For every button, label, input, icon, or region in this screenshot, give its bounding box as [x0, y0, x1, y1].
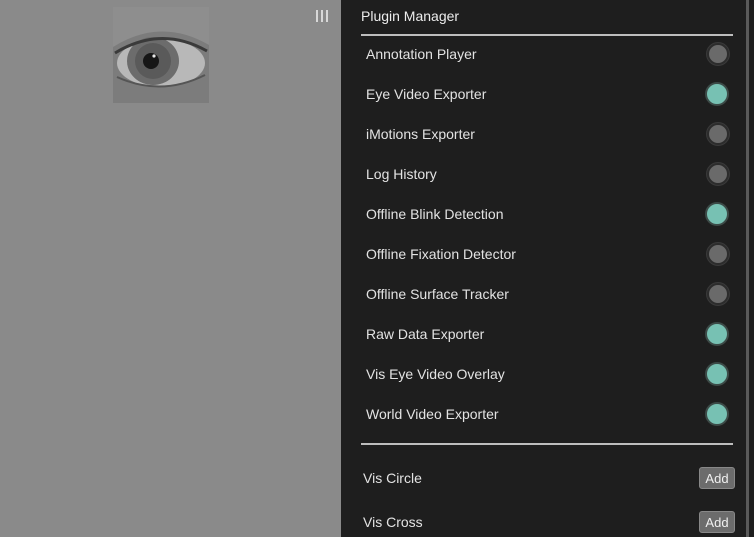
plugin-label: Raw Data Exporter: [366, 326, 485, 342]
plugin-label: World Video Exporter: [366, 406, 499, 422]
panel-title: Plugin Manager: [361, 8, 460, 24]
add-vis-cross-button[interactable]: Add: [699, 511, 735, 533]
plugin-toggle-vis-eye-video-overlay[interactable]: [705, 362, 729, 386]
plugin-toggle-offline-fixation-detector[interactable]: [707, 243, 729, 265]
plugin-label: Offline Blink Detection: [366, 206, 504, 222]
plugin-toggle-offline-surface-tracker[interactable]: [707, 283, 729, 305]
plugin-label: Log History: [366, 166, 437, 182]
add-row-vis-cross: Vis Cross Add: [363, 509, 735, 535]
plugin-list: Annotation Player Eye Video Exporter iMoti…: [361, 34, 733, 434]
add-vis-circle-button[interactable]: Add: [699, 467, 735, 489]
eye-video-thumbnail: [113, 7, 209, 103]
plugin-label: Offline Fixation Detector: [366, 246, 516, 262]
menu-handle-icon[interactable]: [316, 10, 328, 22]
plugin-row-annotation-player: Annotation Player: [361, 34, 733, 74]
plugin-label: Offline Surface Tracker: [366, 286, 509, 302]
plugin-manager-panel: Plugin Manager Annotation Player Eye Vide…: [341, 0, 754, 537]
plugin-row-log-history: Log History: [361, 154, 733, 194]
plugin-row-imotions-exporter: iMotions Exporter: [361, 114, 733, 154]
plugin-row-offline-blink-detection: Offline Blink Detection: [361, 194, 733, 234]
plugin-row-raw-data-exporter: Raw Data Exporter: [361, 314, 733, 354]
bottom-divider: [361, 443, 733, 445]
plugin-label: iMotions Exporter: [366, 126, 475, 142]
plugin-toggle-annotation-player[interactable]: [707, 43, 729, 65]
plugin-label: Annotation Player: [366, 46, 477, 62]
plugin-label: Eye Video Exporter: [366, 86, 487, 102]
plugin-row-offline-surface-tracker: Offline Surface Tracker: [361, 274, 733, 314]
plugin-label: Vis Eye Video Overlay: [366, 366, 505, 382]
plugin-row-offline-fixation-detector: Offline Fixation Detector: [361, 234, 733, 274]
plugin-toggle-log-history[interactable]: [707, 163, 729, 185]
plugin-row-eye-video-exporter: Eye Video Exporter: [361, 74, 733, 114]
panel-scrollbar[interactable]: [746, 0, 749, 537]
plugin-toggle-raw-data-exporter[interactable]: [705, 322, 729, 346]
plugin-toggle-eye-video-exporter[interactable]: [705, 82, 729, 106]
world-view-canvas: [0, 0, 341, 537]
plugin-row-vis-eye-video-overlay: Vis Eye Video Overlay: [361, 354, 733, 394]
add-row-vis-circle: Vis Circle Add: [363, 465, 735, 491]
plugin-row-world-video-exporter: World Video Exporter: [361, 394, 733, 434]
plugin-toggle-world-video-exporter[interactable]: [705, 402, 729, 426]
plugin-toggle-offline-blink-detection[interactable]: [705, 202, 729, 226]
add-item-label: Vis Circle: [363, 470, 422, 486]
add-item-label: Vis Cross: [363, 514, 423, 530]
plugin-toggle-imotions-exporter[interactable]: [707, 123, 729, 145]
